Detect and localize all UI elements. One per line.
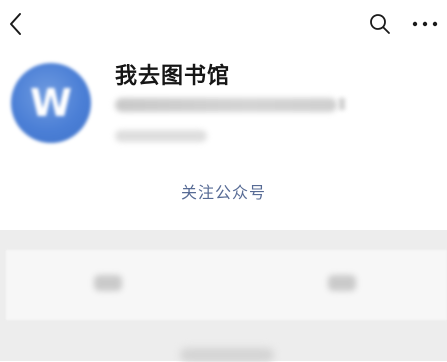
follow-account-link[interactable]: 关注公众号 <box>0 179 447 203</box>
menu-card <box>6 250 447 320</box>
account-profile: W 我去图书馆 关注公众号 <box>0 50 447 230</box>
blurred-menu-item[interactable] <box>328 275 356 291</box>
avatar[interactable]: W <box>11 63 91 143</box>
more-horizontal-icon[interactable] <box>409 12 441 36</box>
chevron-left-icon[interactable] <box>6 9 26 39</box>
search-icon[interactable] <box>368 12 392 36</box>
account-name: 我去图书馆 <box>115 64 231 89</box>
blurred-menu-item[interactable] <box>94 275 122 291</box>
top-bar <box>0 0 447 50</box>
blurred-description[interactable] <box>115 98 337 112</box>
blurred-footer-text <box>180 348 274 362</box>
content-section <box>0 230 447 362</box>
avatar-letter: W <box>30 81 72 125</box>
blurred-chevron-right-icon <box>339 98 345 110</box>
blurred-meta-text <box>115 130 207 142</box>
